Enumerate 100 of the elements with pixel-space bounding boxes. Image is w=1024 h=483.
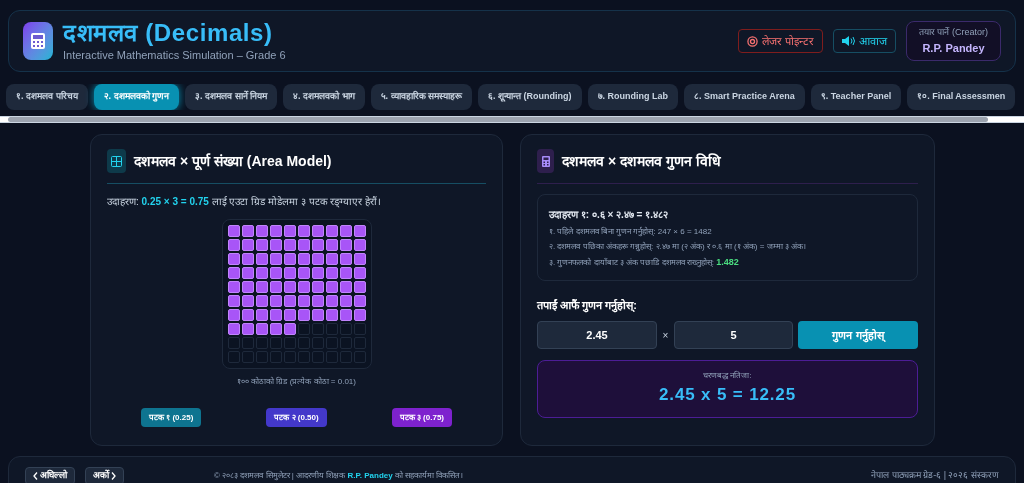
filled-cell xyxy=(227,295,240,307)
step-button[interactable]: पटक ३ (0.75) xyxy=(391,408,452,427)
filled-cell xyxy=(255,267,268,279)
empty-cell xyxy=(227,337,240,349)
filled-cell xyxy=(339,239,352,251)
empty-cell xyxy=(353,351,366,363)
filled-cell xyxy=(241,267,254,279)
empty-cell xyxy=(283,351,296,363)
tab[interactable]: ८. Smart Practice Arena xyxy=(684,84,805,110)
filled-cell xyxy=(283,267,296,279)
filled-cell xyxy=(241,239,254,251)
empty-cell xyxy=(227,351,240,363)
filled-cell xyxy=(311,225,324,237)
filled-cell xyxy=(353,253,366,265)
empty-cell xyxy=(283,337,296,349)
filled-cell xyxy=(353,309,366,321)
result-text: 2.45 x 5 = 12.25 xyxy=(659,384,796,407)
filled-cell xyxy=(353,267,366,279)
filled-cell xyxy=(241,295,254,307)
empty-cell xyxy=(241,337,254,349)
creator-name: R.P. Pandey xyxy=(922,40,985,56)
step-button[interactable]: पटक २ (0.50) xyxy=(266,408,327,427)
card-title: दशमलव × दशमलव गुणन विधि xyxy=(562,151,721,172)
empty-cell xyxy=(297,337,310,349)
filled-cell xyxy=(283,295,296,307)
example-title: उदाहरण १: ०.६ × २.४७ = १.४८२ xyxy=(549,208,669,222)
app-subtitle: Interactive Mathematics Simulation – Grade 6 xyxy=(63,47,286,63)
filled-cell xyxy=(297,267,310,279)
filled-cell xyxy=(241,225,254,237)
filled-cell xyxy=(311,253,324,265)
filled-cell xyxy=(325,309,338,321)
filled-cell xyxy=(255,323,268,335)
filled-cell xyxy=(353,225,366,237)
filled-cell xyxy=(255,253,268,265)
times-sign: × xyxy=(661,328,670,343)
tab[interactable]: ९. Teacher Panel xyxy=(810,84,902,110)
tab[interactable]: ५. व्यावहारिक समस्याहरू xyxy=(370,84,473,110)
calculator-icon xyxy=(23,22,53,60)
filled-cell xyxy=(227,281,240,293)
tab[interactable]: २. दशमलवको गुणन xyxy=(93,84,180,110)
previous-button[interactable]: अघिल्लो xyxy=(25,467,75,483)
number-input[interactable]: 2.45 xyxy=(537,321,657,349)
filled-cell xyxy=(339,295,352,307)
tab[interactable]: ६. शून्यान्त (Rounding) xyxy=(478,84,582,110)
tab[interactable]: ४. दशमलवको भाग xyxy=(283,84,365,110)
filled-cell xyxy=(353,239,366,251)
step-text: ३. गुणनफलको दायाँबाट ३ अंक पछाडि दशमलव राख्नुहोस्: 1.482 xyxy=(549,256,740,270)
filled-cell xyxy=(311,309,324,321)
filled-cell xyxy=(297,295,310,307)
filled-cell xyxy=(269,295,282,307)
credit-text: © २०८३ दशमलव सिमुलेटर | आदरणीय शिक्षक R.P. Pandey को सहकार्यमा विकसित। xyxy=(214,470,464,482)
scrollbar[interactable] xyxy=(0,116,1024,123)
filled-cell xyxy=(339,253,352,265)
empty-cell xyxy=(325,337,338,349)
filled-cell xyxy=(339,267,352,279)
filled-cell xyxy=(255,281,268,293)
grid-icon xyxy=(107,149,126,173)
filled-cell xyxy=(255,225,268,237)
filled-cell xyxy=(353,295,366,307)
laser-pointer-button[interactable]: लेजर पोइन्टर xyxy=(737,29,823,53)
filled-cell xyxy=(325,295,338,307)
step-button[interactable]: पटक १ (0.25) xyxy=(141,408,202,427)
filled-cell xyxy=(241,281,254,293)
filled-cell xyxy=(311,295,324,307)
filled-cell xyxy=(283,323,296,335)
empty-cell xyxy=(311,337,324,349)
number-input[interactable]: 5 xyxy=(674,321,793,349)
edition-text: नेपाल पाठ्यक्रम ग्रेड-६ | २०२६ संस्करण xyxy=(871,469,999,482)
speaker-icon xyxy=(842,36,855,46)
tab[interactable]: ७. Rounding Lab xyxy=(587,84,679,110)
creator-label: तयार पार्ने (Creator) xyxy=(919,26,988,39)
step-text: १. पहिले दशमलव बिना गुणन गर्नुहोस्: 247 × 6 = 1482 xyxy=(549,226,713,238)
filled-cell xyxy=(339,309,352,321)
filled-cell xyxy=(269,225,282,237)
sound-button[interactable]: आवाज xyxy=(833,29,896,53)
filled-cell xyxy=(255,309,268,321)
filled-cell xyxy=(269,239,282,251)
empty-cell xyxy=(339,337,352,349)
filled-cell xyxy=(325,239,338,251)
multiply-button[interactable]: गुणन गर्नुहोस् xyxy=(798,321,918,349)
filled-cell xyxy=(227,323,240,335)
chevron-right-icon xyxy=(111,472,116,480)
filled-cell xyxy=(339,225,352,237)
filled-cell xyxy=(325,267,338,279)
filled-cell xyxy=(297,225,310,237)
tab[interactable]: १०. Final Assessmen xyxy=(907,84,1016,110)
scrollbar-thumb[interactable] xyxy=(8,117,988,122)
target-icon xyxy=(746,35,758,47)
filled-cell xyxy=(269,267,282,279)
filled-cell xyxy=(227,253,240,265)
filled-cell xyxy=(325,281,338,293)
app-title: दशमलव (Decimals) xyxy=(63,18,274,47)
empty-cell xyxy=(241,351,254,363)
card-title: दशमलव × पूर्ण संख्या (Area Model) xyxy=(134,151,332,172)
tab[interactable]: ३. दशमलव सार्ने नियम xyxy=(185,84,278,110)
empty-cell xyxy=(325,351,338,363)
empty-cell xyxy=(339,323,352,335)
tab[interactable]: १. दशमलव परिचय xyxy=(6,84,88,110)
next-button[interactable]: अर्को xyxy=(85,467,124,483)
step-text: २. दशमलव पछिका अंकहरू गन्नुहोस्: २.४७ मा (२ अंक) र ०.६ मा (१ अंक) = जम्मा ३ अंक। xyxy=(549,241,807,253)
